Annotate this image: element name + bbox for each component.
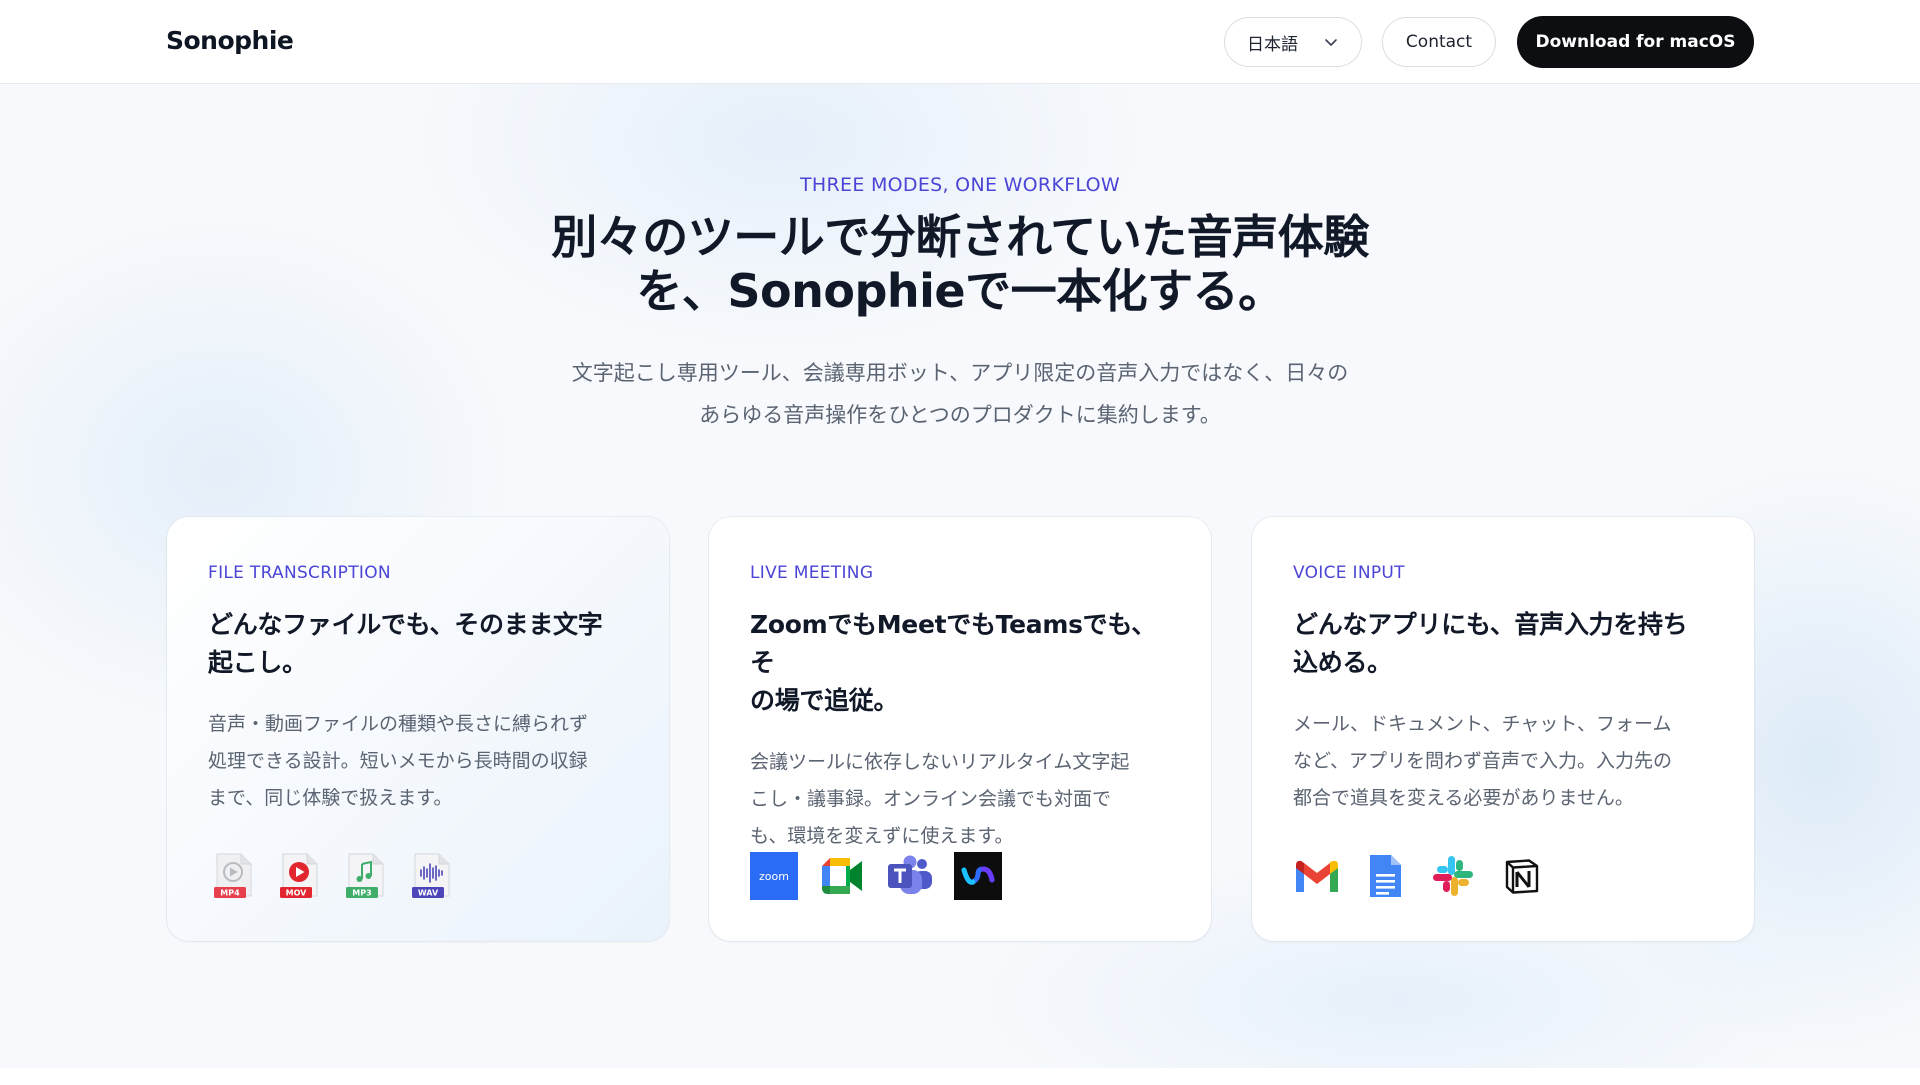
section-eyebrow: THREE MODES, ONE WORKFLOW (800, 174, 1120, 196)
card-file-transcription: FILE TRANSCRIPTION どんなファイルでも、そのまま文字 起こし。… (167, 517, 669, 941)
notion-icon (1505, 859, 1539, 894)
card-title-line-1: ZoomでもMeetでもTeamsでも、そ (750, 610, 1157, 677)
card-body-line-2: 処理できる設計。短いメモから長時間の収録 (208, 750, 588, 772)
card-body-line-3: 都合で道具を変える必要がありません。 (1293, 787, 1634, 809)
mp4-file-icon: MP4 (214, 853, 252, 898)
card-title: ZoomでもMeetでもTeamsでも、そ の場で追従。 (750, 606, 1171, 720)
mp4-badge: MP4 (220, 889, 240, 898)
card-body: 会議ツールに依存しないリアルタイム文字起 こし・議事録。オンライン会議でも対面で… (750, 744, 1171, 855)
google-meet-icon (822, 858, 862, 894)
language-select-value: 日本語 (1247, 34, 1298, 55)
google-docs-icon (1370, 855, 1401, 897)
card-label: LIVE MEETING (750, 563, 874, 583)
card-body-line-3: も、環境を変えずに使えます。 (750, 825, 1014, 847)
mov-badge: MOV (286, 889, 308, 898)
card-label: VOICE INPUT (1293, 563, 1405, 583)
webex-icon (954, 852, 1002, 900)
card-label: FILE TRANSCRIPTION (208, 563, 391, 583)
language-select[interactable]: 日本語 (1224, 17, 1362, 67)
file-format-icons: MP4 MOV MP3 WAV (211, 852, 455, 902)
description-line-2: あらゆる音声操作をひとつのプロダクトに集約します。 (699, 403, 1221, 427)
zoom-wordmark: zoom (759, 870, 789, 883)
card-title-line-2: の場で追従。 (750, 686, 899, 715)
brand-logo[interactable]: Sonophie (166, 26, 294, 55)
wav-file-icon: WAV (412, 853, 450, 898)
card-title: どんなアプリにも、音声入力を持ち 込める。 (1293, 606, 1714, 682)
chevron-down-icon (1325, 39, 1337, 46)
headline-line-2: を、Sonophieで一本化する。 (636, 264, 1284, 318)
card-voice-input: VOICE INPUT どんなアプリにも、音声入力を持ち 込める。 メール、ドキ… (1252, 517, 1754, 941)
section-headline: 別々のツールで分断されていた音声体験 を、Sonophieで一本化する。 (460, 210, 1460, 318)
download-macos-button[interactable]: Download for macOS (1517, 16, 1754, 68)
zoom-icon: zoom (750, 852, 798, 900)
card-body-line-2: こし・議事録。オンライン会議でも対面で (750, 788, 1112, 810)
card-body-line-2: など、アプリを問わず音声で入力。入力先の (1293, 750, 1673, 772)
card-body: 音声・動画ファイルの種類や長さに縛られず 処理できる設計。短いメモから長時間の収… (208, 706, 629, 817)
card-title-line-2: 起こし。 (208, 648, 307, 677)
card-title-line-1: どんなファイルでも、そのまま文字 (208, 610, 603, 639)
card-title: どんなファイルでも、そのまま文字 起こし。 (208, 606, 629, 682)
card-body-line-1: 会議ツールに依存しないリアルタイム文字起 (750, 751, 1130, 773)
card-title-line-1: どんなアプリにも、音声入力を持ち (1293, 610, 1688, 639)
site-header: Sonophie 日本語 Contact Download for macOS (0, 0, 1920, 84)
headline-line-1: 別々のツールで分断されていた音声体験 (551, 210, 1369, 264)
description-line-1: 文字起こし専用ツール、会議専用ボット、アプリ限定の音声入力ではなく、日々の (571, 361, 1349, 385)
mp3-file-icon: MP3 (346, 853, 384, 898)
card-body-line-1: 音声・動画ファイルの種類や長さに縛られず (208, 713, 589, 735)
meeting-app-icons: zoom (750, 852, 1002, 900)
card-body-line-3: まで、同じ体験で扱えます。 (208, 787, 453, 809)
card-body: メール、ドキュメント、チャット、フォーム など、アプリを問わず音声で入力。入力先… (1293, 706, 1714, 817)
section-description: 文字起こし専用ツール、会議専用ボット、アプリ限定の音声入力ではなく、日々の あら… (480, 352, 1440, 436)
section-bottom-edge (0, 1068, 1920, 1085)
gmail-icon (1296, 860, 1338, 892)
card-live-meeting: LIVE MEETING ZoomでもMeetでもTeamsでも、そ の場で追従… (709, 517, 1211, 941)
mp3-badge: MP3 (352, 889, 371, 898)
microsoft-teams-icon (888, 855, 932, 894)
wav-badge: WAV (418, 889, 439, 898)
card-body-line-1: メール、ドキュメント、チャット、フォーム (1293, 713, 1672, 735)
card-title-line-2: 込める。 (1293, 648, 1392, 677)
contact-button[interactable]: Contact (1382, 17, 1496, 67)
mov-file-icon: MOV (280, 853, 318, 898)
slack-icon (1433, 856, 1473, 896)
input-app-icons (1293, 852, 1545, 900)
